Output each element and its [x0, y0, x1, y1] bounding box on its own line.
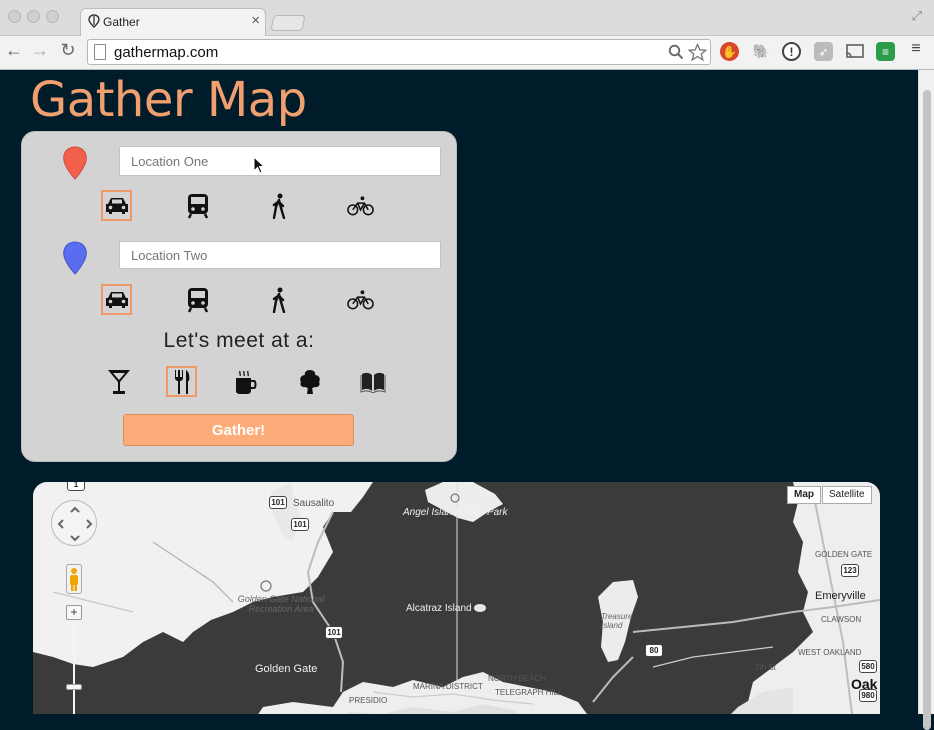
tab-close-icon[interactable]: × [251, 12, 260, 29]
reload-button[interactable]: ↻ [58, 40, 78, 61]
map-label-golden-gate-ne: GOLDEN GATE [815, 550, 873, 559]
street-view-pegman-icon[interactable] [66, 564, 82, 594]
meet-label: Let's meet at a: [163, 329, 315, 352]
location-two-input[interactable] [119, 241, 441, 269]
location-one-mode-transit[interactable] [182, 190, 213, 221]
venue-park[interactable] [294, 366, 325, 397]
page-title: Gather Map [30, 72, 307, 128]
zoom-slider-handle[interactable] [66, 684, 82, 690]
adblock-extension-icon[interactable]: ✋ [720, 42, 739, 61]
map-label-golden-gate: Golden Gate [255, 663, 318, 675]
venue-cafe[interactable] [230, 366, 261, 397]
scrollbar-thumb[interactable] [923, 90, 931, 730]
pan-control[interactable] [51, 500, 97, 546]
pan-arrows-icon [57, 506, 93, 542]
bike-icon [347, 289, 374, 309]
transit-icon [187, 193, 208, 219]
park-icon [299, 369, 320, 394]
rocket-extension-icon[interactable]: ➶ [814, 42, 833, 61]
venue-bar[interactable] [103, 366, 134, 397]
back-button[interactable]: ← [4, 40, 24, 61]
map-label-alcatraz: Alcatraz Island [406, 603, 472, 614]
location-one-input[interactable] [119, 146, 441, 176]
map-type-map-button[interactable]: Map [787, 486, 821, 504]
map-label-angel-island: Angel Island State Park [403, 507, 508, 518]
browser-chrome: Gather × ⤢ ← → ↻ gathermap.com ✋ 🐘 ! ➶ ≡… [0, 0, 934, 70]
highway-shield: 123 [841, 564, 859, 577]
menu-icon[interactable]: ≡ [906, 40, 926, 58]
walk-icon [272, 287, 285, 313]
map-label-ggnra: Golden Gate National Recreation Area [237, 594, 325, 614]
forward-button[interactable]: → [30, 40, 50, 61]
page-content: Gather Map Location One Location Two Let… [0, 70, 918, 714]
address-bar[interactable]: gathermap.com [87, 39, 711, 65]
close-window-button[interactable] [8, 10, 21, 23]
fullscreen-icon[interactable]: ⤢ [912, 8, 922, 24]
location-two-mode-transit[interactable] [182, 284, 213, 315]
mouse-cursor-icon [253, 156, 265, 174]
map-label-presidio: PRESIDIO [349, 696, 388, 705]
library-icon [360, 372, 385, 393]
highway-shield: 1 [67, 482, 85, 491]
location-one-mode-walk[interactable] [263, 190, 294, 221]
location-two-mode-car[interactable] [101, 284, 132, 315]
map-label-telegraph: TELEGRAPH HILL [495, 688, 563, 697]
car-icon [105, 291, 128, 308]
map-view[interactable]: Sausalito Angel Island State Park Golden… [33, 482, 880, 714]
tab-title: Gather [103, 15, 140, 29]
map-label-sausalito: Sausalito [293, 498, 335, 509]
zoom-in-button[interactable]: + [66, 605, 82, 620]
maximize-window-button[interactable] [46, 10, 59, 23]
page-scrollbar[interactable] [918, 70, 934, 730]
map-label-marina: MARINA DISTRICT [413, 682, 483, 691]
venue-library[interactable] [357, 366, 388, 397]
gather-favicon-icon [88, 14, 100, 28]
highway-shield: 580 [859, 660, 877, 673]
location-one-mode-bike[interactable] [345, 190, 376, 221]
bike-icon [347, 195, 374, 215]
location-one-mode-car[interactable] [101, 190, 132, 221]
info-extension-icon[interactable]: ! [782, 42, 801, 61]
map-label-emeryville: Emeryville [815, 590, 866, 602]
map-type-satellite-button[interactable]: Satellite [822, 486, 872, 504]
page-icon [94, 44, 106, 60]
bar-icon [107, 369, 130, 394]
map-label-west-oakland: WEST OAKLAND [798, 648, 862, 657]
browser-toolbar: ← → ↻ gathermap.com ✋ 🐘 ! ➶ ≡ ≡ [0, 36, 934, 70]
cafe-icon [235, 370, 256, 394]
location-two-mode-walk[interactable] [263, 284, 294, 315]
cast-icon[interactable] [845, 42, 864, 61]
car-icon [105, 197, 128, 214]
transit-icon [187, 287, 208, 313]
url-text: gathermap.com [114, 44, 219, 61]
restaurant-icon [174, 369, 189, 394]
browser-tab[interactable]: Gather × [80, 8, 266, 36]
map-label-treasure-island: Treasure Island [601, 612, 633, 630]
venue-restaurant[interactable] [166, 366, 197, 397]
map-label-clawson: CLAWSON [821, 615, 862, 624]
location-two-pin-icon [63, 241, 87, 275]
zoom-slider-track[interactable] [73, 608, 75, 714]
search-icon[interactable] [668, 44, 684, 60]
minimize-window-button[interactable] [27, 10, 40, 23]
location-two-mode-bike[interactable] [345, 284, 376, 315]
walk-icon [272, 193, 285, 219]
highway-shield: 101 [291, 518, 309, 531]
highway-shield: 101 [269, 496, 287, 509]
map-label-7th-st: 7th St [755, 663, 776, 672]
highway-shield: 980 [859, 689, 877, 702]
new-tab-button[interactable] [270, 15, 306, 31]
tab-bar: Gather × ⤢ [0, 0, 934, 36]
highway-shield: 101 [325, 626, 343, 639]
search-panel: Let's meet at a: [21, 131, 457, 462]
highway-shield: 80 [645, 644, 663, 657]
evernote-extension-icon[interactable]: 🐘 [752, 42, 771, 61]
gather-button[interactable]: Gather! [123, 414, 354, 446]
bookmark-star-icon[interactable] [688, 43, 707, 62]
map-label-north-beach: NORTH BEACH [488, 674, 547, 683]
location-one-pin-icon [63, 146, 87, 180]
feedly-extension-icon[interactable]: ≡ [876, 42, 895, 61]
